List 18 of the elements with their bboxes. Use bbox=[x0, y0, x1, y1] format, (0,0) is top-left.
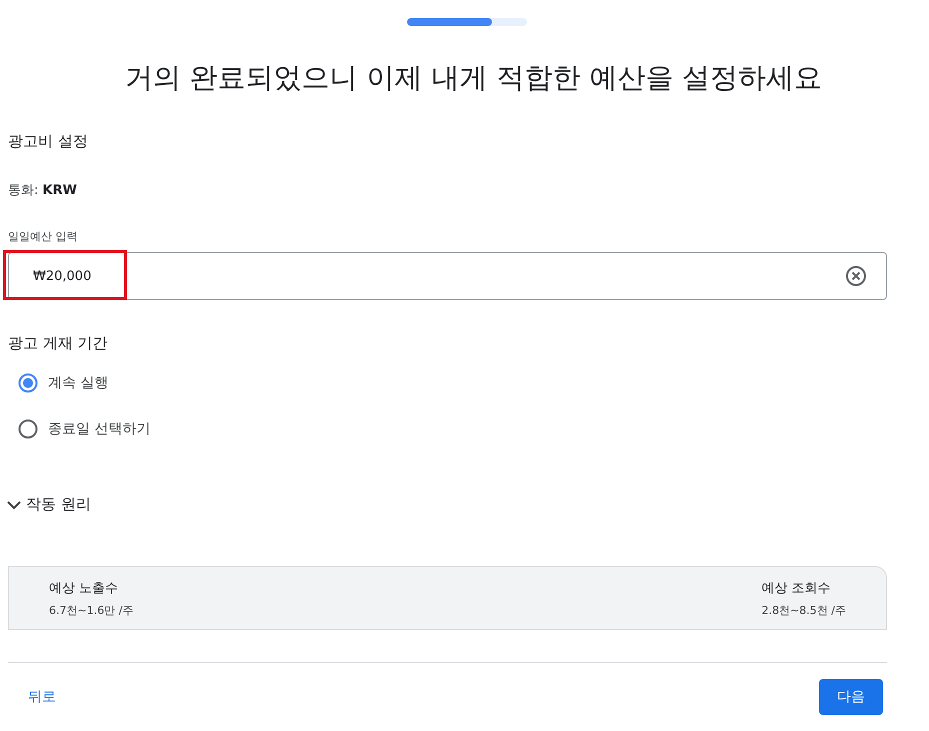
estimate-label: 예상 조회수 bbox=[762, 580, 832, 597]
radio-button[interactable] bbox=[18, 373, 38, 393]
estimate-label: 예상 노출수 bbox=[49, 580, 120, 597]
estimate-value: 2.8천~8.5천 /주 bbox=[762, 603, 846, 618]
back-button[interactable]: 뒤로 bbox=[8, 680, 76, 714]
clear-icon[interactable] bbox=[845, 265, 867, 287]
next-button[interactable]: 다음 bbox=[819, 679, 883, 715]
page-title: 거의 완료되었으니 이제 내게 적합한 예산을 설정하세요 bbox=[124, 60, 824, 96]
expand-toggle[interactable]: 작동 원리 bbox=[6, 495, 91, 514]
section-heading: 광고 게재 기간 bbox=[8, 334, 109, 353]
estimate-value: 6.7천~1.6만 /주 bbox=[49, 603, 134, 618]
section-heading: 광고비 설정 bbox=[8, 132, 89, 151]
field-label: 일일예산 입력 bbox=[8, 229, 78, 244]
radio-button[interactable] bbox=[18, 419, 38, 439]
radio-option[interactable]: 종료일 선택하기 bbox=[18, 419, 887, 439]
radio-option[interactable]: 계속 실행 bbox=[18, 373, 887, 393]
currency-text: 통화: KRW bbox=[8, 182, 78, 199]
budget-input-field[interactable]: ₩20,000 bbox=[8, 252, 887, 300]
